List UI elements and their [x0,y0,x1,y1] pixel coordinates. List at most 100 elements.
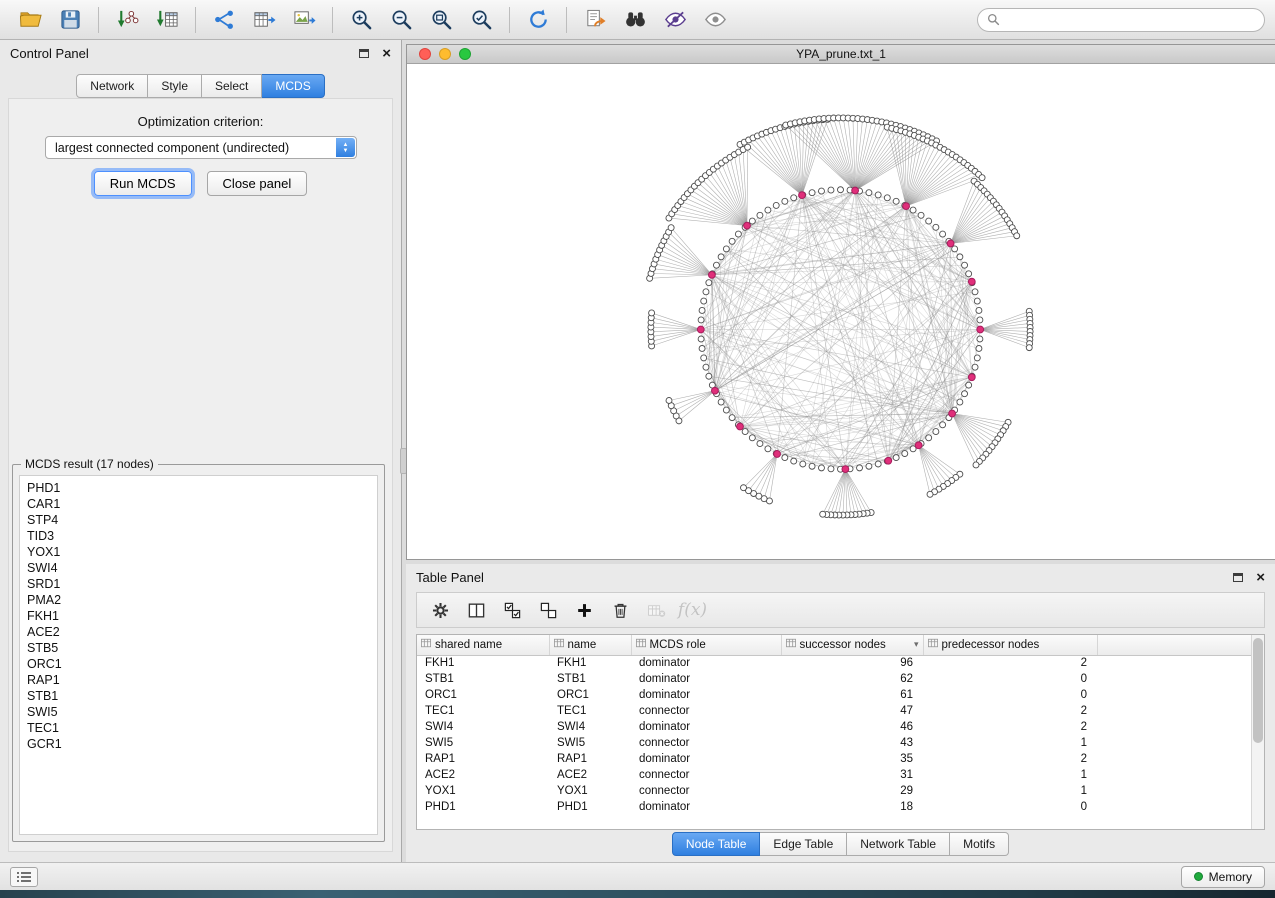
close-panel-button[interactable]: Close panel [207,171,308,196]
maximize-window-icon[interactable] [459,48,471,60]
column-type-icon [421,638,431,651]
tab-network-table[interactable]: Network Table [847,832,950,856]
memory-button[interactable]: Memory [1181,866,1265,888]
tab-select[interactable]: Select [202,74,262,98]
open-folder-icon[interactable] [13,4,47,36]
run-mcds-button[interactable]: Run MCDS [94,171,192,196]
table-settings-gear-icon[interactable] [427,597,454,624]
select-all-icon[interactable] [499,597,526,624]
float-window-icon[interactable] [1233,573,1243,582]
control-panel: Control Panel × NetworkStyleSelectMCDS O… [0,40,402,862]
tab-edge-table[interactable]: Edge Table [760,832,847,856]
minimize-window-icon[interactable] [439,48,451,60]
export-network-icon[interactable] [207,4,241,36]
table-row[interactable]: ORC1ORC1dominator610 [417,687,1264,703]
mcds-result-item[interactable]: TID3 [20,528,377,544]
table-row[interactable]: ACE2ACE2connector311 [417,767,1264,783]
table-row[interactable]: SWI4SWI4dominator462 [417,719,1264,735]
table-header-row: shared namenameMCDS rolesuccessor nodes▾… [417,635,1264,655]
import-table-icon[interactable] [150,4,184,36]
status-bar: Memory [0,862,1275,890]
main-toolbar [0,0,1275,40]
node-table: shared namenameMCDS rolesuccessor nodes▾… [416,634,1265,830]
table-body: FKH1FKH1dominator962STB1STB1dominator620… [417,655,1264,815]
tab-node-table[interactable]: Node Table [672,832,761,856]
mcds-result-item[interactable]: STB1 [20,688,377,704]
document-share-icon[interactable] [578,4,612,36]
delete-column-icon[interactable] [607,597,634,624]
clear-table-icon [643,597,670,624]
mcds-result-item[interactable]: STP4 [20,512,377,528]
network-canvas[interactable] [407,64,1275,559]
mcds-result-item[interactable]: GCR1 [20,736,377,752]
zoom-selected-icon[interactable] [464,4,498,36]
network-window-title: YPA_prune.txt_1 [796,47,886,61]
column-header-predecessor-nodes[interactable]: predecessor nodes [923,635,1097,655]
table-row[interactable]: SWI5SWI5connector431 [417,735,1264,751]
export-table-icon[interactable] [247,4,281,36]
search-input[interactable] [1005,12,1255,28]
network-window-titlebar: YPA_prune.txt_1 [407,45,1275,64]
mcds-result-list[interactable]: PHD1CAR1STP4TID3YOX1SWI4SRD1PMA2FKH1ACE2… [19,475,378,835]
status-menu-button[interactable] [10,867,38,887]
scrollbar-thumb[interactable] [1253,638,1263,743]
refresh-icon[interactable] [521,4,555,36]
mcds-result-item[interactable]: ACE2 [20,624,377,640]
mcds-result-item[interactable]: CAR1 [20,496,377,512]
mcds-result-item[interactable]: TEC1 [20,720,377,736]
search-box[interactable] [977,8,1265,32]
eye-icon[interactable] [698,4,732,36]
column-header-successor-nodes[interactable]: successor nodes▾ [781,635,923,655]
table-row[interactable]: FKH1FKH1dominator962 [417,655,1264,671]
table-panel-title: Table Panel [416,570,484,585]
control-tabs: NetworkStyleSelectMCDS [0,74,401,98]
mcds-result-item[interactable]: RAP1 [20,672,377,688]
table-row[interactable]: RAP1RAP1dominator352 [417,751,1264,767]
mcds-result-item[interactable]: PHD1 [20,480,377,496]
close-icon[interactable]: × [382,46,391,61]
mcds-result-item[interactable]: PMA2 [20,592,377,608]
toolbar-separator [566,7,567,33]
criterion-dropdown[interactable]: largest connected component (undirected)… [45,136,357,159]
column-type-icon [928,638,938,651]
save-icon[interactable] [53,4,87,36]
import-network-icon[interactable] [110,4,144,36]
control-panel-title: Control Panel [10,46,89,61]
column-header-mcds-role[interactable]: MCDS role [631,635,781,655]
add-column-icon[interactable] [571,597,598,624]
tab-motifs[interactable]: Motifs [950,832,1009,856]
mcds-result-item[interactable]: YOX1 [20,544,377,560]
binoculars-icon[interactable] [618,4,652,36]
mcds-result-item[interactable]: SWI4 [20,560,377,576]
table-scrollbar[interactable] [1251,635,1264,829]
export-image-icon[interactable] [287,4,321,36]
tab-style[interactable]: Style [148,74,202,98]
zoom-out-icon[interactable] [384,4,418,36]
close-window-icon[interactable] [419,48,431,60]
mcds-result-item[interactable]: ORC1 [20,656,377,672]
column-header-name[interactable]: name [549,635,631,655]
table-row[interactable]: TEC1TEC1connector472 [417,703,1264,719]
memory-status-dot [1194,872,1203,881]
column-header-shared-name[interactable]: shared name [417,635,549,655]
float-window-icon[interactable] [359,49,369,58]
mcds-result-item[interactable]: SRD1 [20,576,377,592]
table-row[interactable]: STB1STB1dominator620 [417,671,1264,687]
tab-network[interactable]: Network [76,74,148,98]
close-icon[interactable]: × [1256,570,1265,585]
optimization-criterion-label: Optimization criterion: [0,114,401,129]
tab-mcds[interactable]: MCDS [262,74,324,98]
split-panel-icon[interactable] [463,597,490,624]
mcds-result-item[interactable]: STB5 [20,640,377,656]
zoom-in-icon[interactable] [344,4,378,36]
table-row[interactable]: PHD1PHD1dominator180 [417,799,1264,815]
mcds-result-item[interactable]: FKH1 [20,608,377,624]
mcds-result-item[interactable]: SWI5 [20,704,377,720]
control-panel-header: Control Panel × [0,40,401,66]
deselect-all-icon[interactable] [535,597,562,624]
graphics-details-icon[interactable] [658,4,692,36]
column-type-icon [554,638,564,651]
zoom-fit-icon[interactable] [424,4,458,36]
table-row[interactable]: YOX1YOX1connector291 [417,783,1264,799]
network-graph[interactable] [407,64,1275,559]
